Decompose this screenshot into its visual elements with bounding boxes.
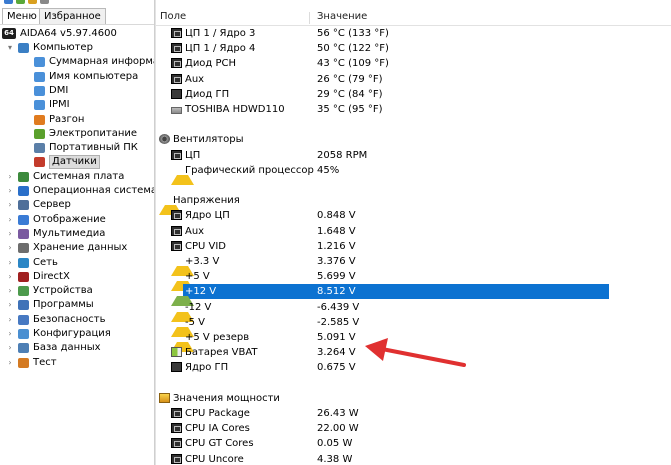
annotation-arrow — [365, 338, 466, 367]
arrow-head — [365, 338, 388, 361]
arrow-shaft — [380, 347, 466, 367]
aida64-window: Меню Избранное 64 AIDA64 v5.97.4600 ▾ Ком… — [0, 0, 671, 465]
